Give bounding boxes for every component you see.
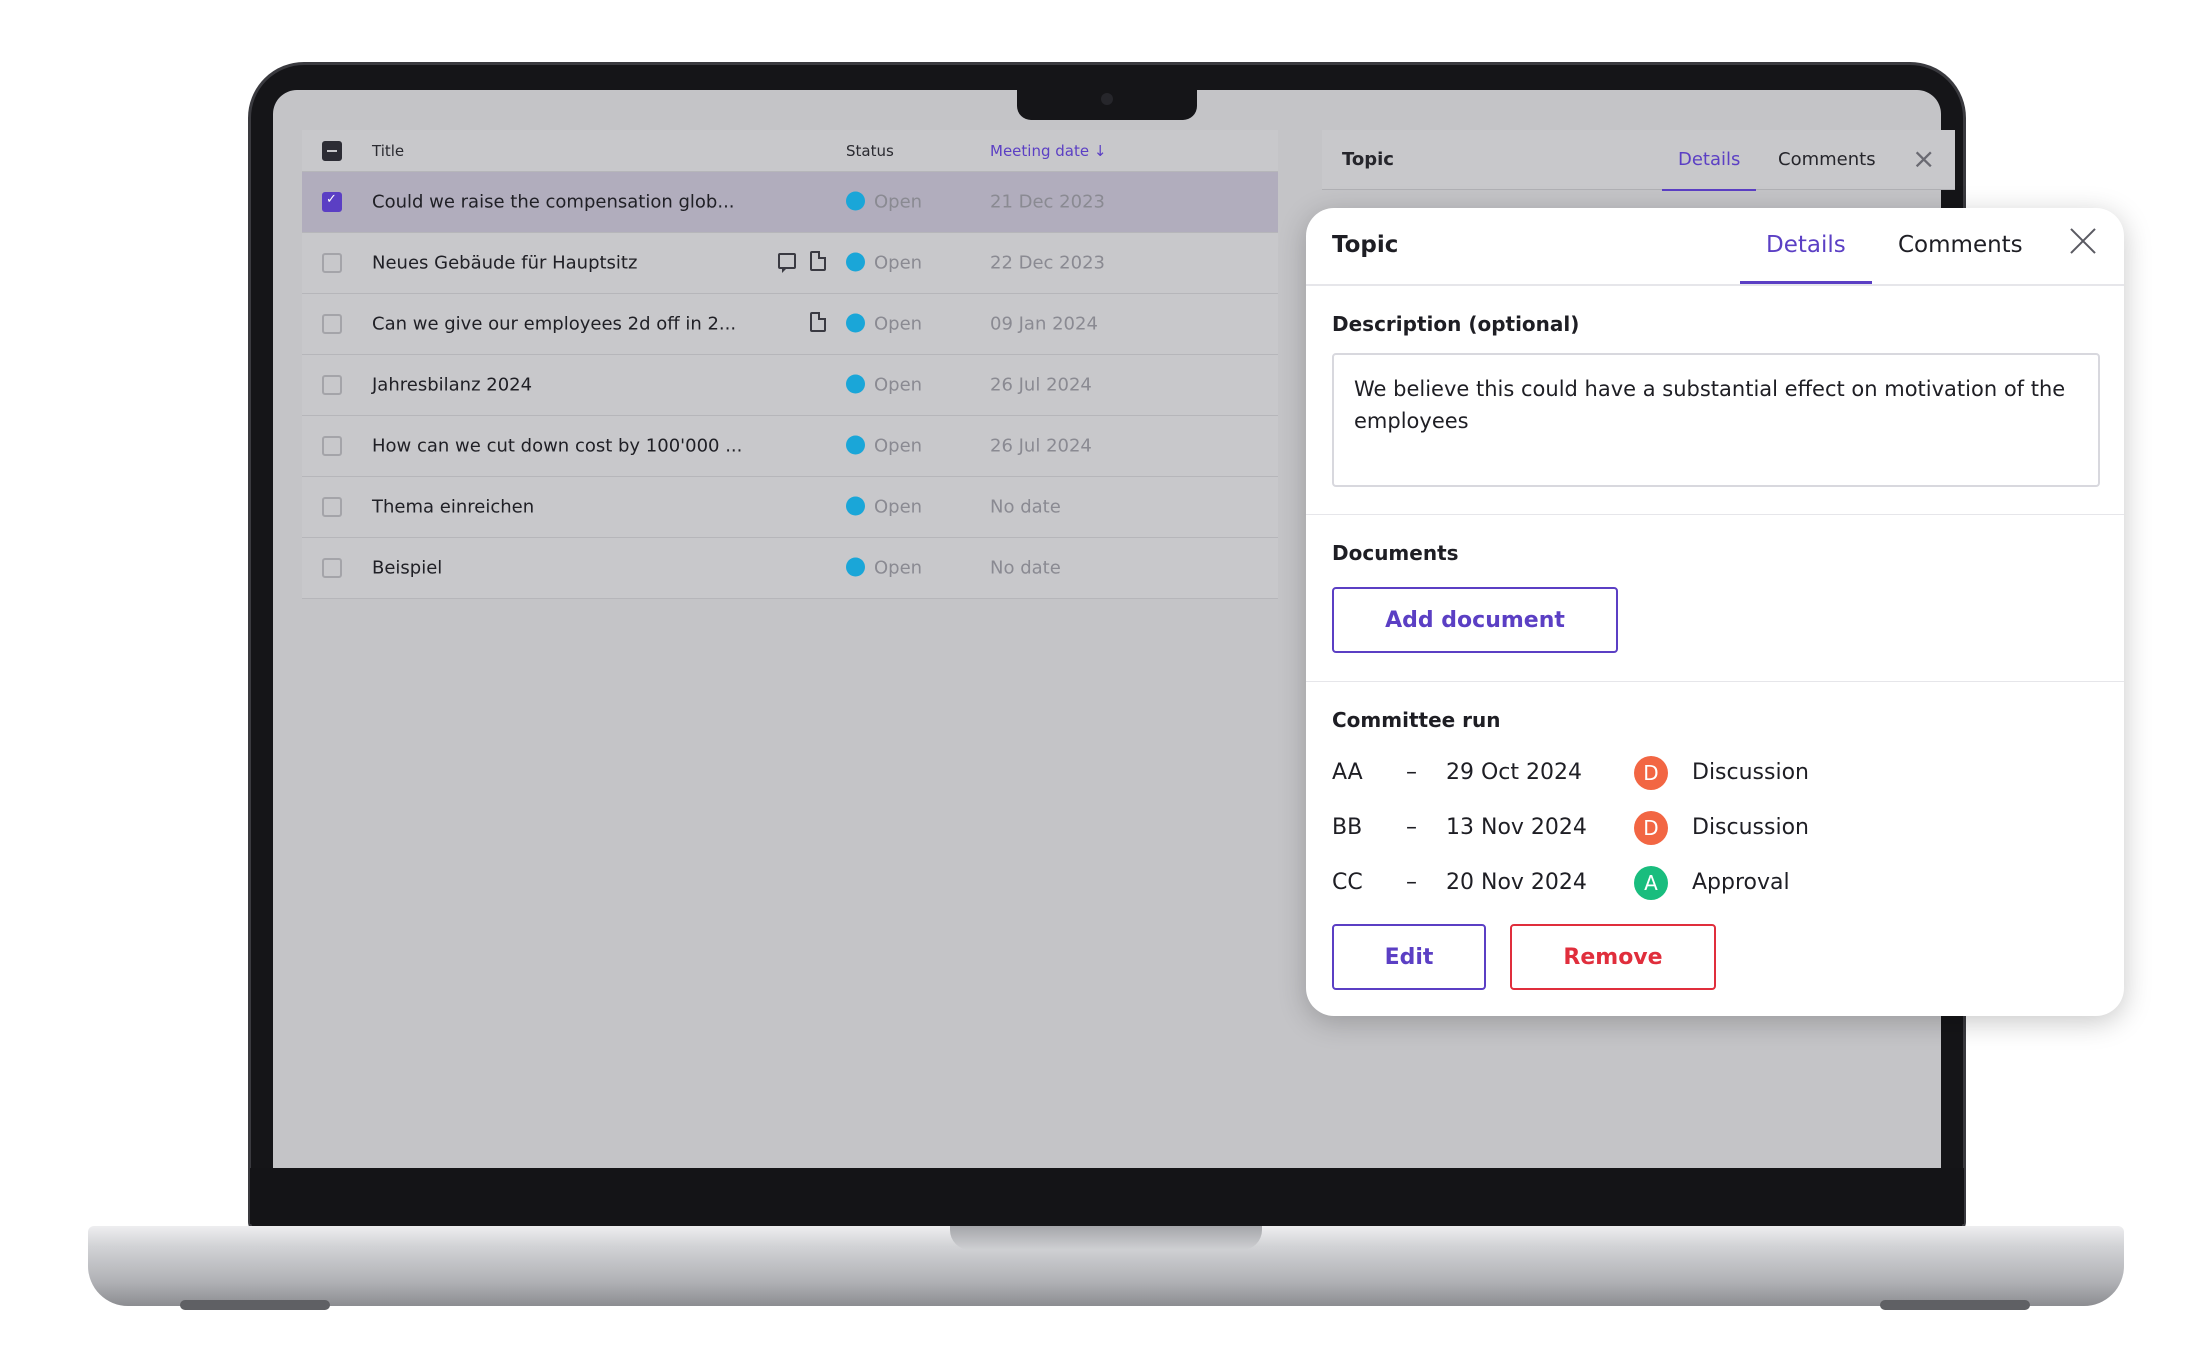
separator-dash: – [1406,870,1417,895]
divider [1306,681,2124,682]
background-detail-panel: Topic Details Comments × [1322,130,1955,191]
row-checkbox[interactable] [322,253,342,273]
row-checkbox[interactable] [322,436,342,456]
table-row[interactable]: ✓ Could we raise the compensation glob..… [302,172,1278,233]
row-status: Open [846,313,922,335]
committee-row: CC – 20 Nov 2024 A Approval [1332,866,2032,902]
comment-icon[interactable] [778,253,796,273]
discussion-badge-icon: D [1634,811,1668,845]
panel-tab-comments[interactable]: Comments [1778,149,1876,170]
discussion-badge-icon: D [1634,756,1668,790]
committee-row: BB – 13 Nov 2024 D Discussion [1332,811,2032,847]
topics-table: Title Status Meeting date ↓ ✓ Could we r… [302,130,1278,599]
row-title[interactable]: Could we raise the compensation glob... [372,192,735,213]
checkmark-icon: ✓ [326,192,337,207]
table-row[interactable]: How can we cut down cost by 100'000 ... … [302,416,1278,477]
row-checkbox[interactable] [322,497,342,517]
tab-comments[interactable]: Comments [1898,232,2023,258]
card-header: Topic Details Comments [1306,208,2124,286]
close-icon[interactable]: × [1912,142,1935,175]
description-input[interactable]: We believe this could have a substantial… [1332,353,2100,487]
row-date: 22 Dec 2023 [990,252,1105,274]
separator-dash: – [1406,760,1417,785]
row-status: Open [846,496,922,518]
row-title[interactable]: Can we give our employees 2d off in 2... [372,314,736,335]
status-dot-icon [846,374,865,394]
column-header-status[interactable]: Status [846,142,894,160]
separator-dash: – [1406,815,1417,840]
panel-tab-details[interactable]: Details [1661,149,1757,191]
status-dot-icon [846,496,865,516]
document-icon[interactable] [810,251,826,271]
panel-title: Topic [1342,149,1394,170]
row-date: 26 Jul 2024 [990,374,1092,396]
remove-button[interactable]: Remove [1510,924,1716,990]
row-status: Open [846,191,922,213]
row-title[interactable]: Jahresbilanz 2024 [372,375,532,396]
row-checkbox[interactable] [322,314,342,334]
committee-code: CC [1332,870,1363,895]
column-header-meeting-date[interactable]: Meeting date ↓ [990,142,1106,160]
row-status: Open [846,435,922,457]
table-row[interactable]: Beispiel Open No date [302,538,1278,599]
approval-badge-icon: A [1634,866,1668,900]
row-title[interactable]: Neues Gebäude für Hauptsitz [372,253,637,274]
row-title[interactable]: Thema einreichen [372,497,534,518]
row-status: Open [846,252,922,274]
tab-details[interactable]: Details [1740,232,1872,284]
row-title[interactable]: How can we cut down cost by 100'000 ... [372,436,742,457]
card-title: Topic [1332,232,1399,258]
laptop-foot [1880,1300,2030,1310]
status-dot-icon [846,435,865,455]
status-dot-icon [846,313,865,333]
laptop-foot [180,1300,330,1310]
column-header-title[interactable]: Title [372,142,404,160]
committee-date: 13 Nov 2024 [1446,815,1587,840]
row-date: 21 Dec 2023 [990,191,1105,213]
row-checkbox[interactable] [322,375,342,395]
committee-date: 29 Oct 2024 [1446,760,1583,785]
table-row[interactable]: Can we give our employees 2d off in 2...… [302,294,1278,355]
committee-code: AA [1332,760,1363,785]
table-row[interactable]: Jahresbilanz 2024 Open 26 Jul 2024 [302,355,1278,416]
row-date: No date [990,496,1061,518]
committee-type: Discussion [1692,760,1809,785]
status-dot-icon [846,557,865,577]
close-icon[interactable] [2068,226,2098,256]
row-title[interactable]: Beispiel [372,558,442,579]
laptop-base-notch [950,1226,1262,1250]
select-all-checkbox[interactable] [322,141,342,161]
description-label: Description (optional) [1332,312,1580,336]
committee-type: Approval [1692,870,1790,895]
row-status: Open [846,374,922,396]
row-date: 26 Jul 2024 [990,435,1092,457]
row-date: No date [990,557,1061,579]
table-row[interactable]: Thema einreichen Open No date [302,477,1278,538]
committee-type: Discussion [1692,815,1809,840]
row-checkbox[interactable] [322,558,342,578]
laptop-chin [250,1168,1964,1224]
topic-detail-card: Topic Details Comments Description (opti… [1306,208,2124,1016]
row-checkbox[interactable]: ✓ [322,192,342,212]
divider [1306,514,2124,515]
row-date: 09 Jan 2024 [990,313,1098,335]
edit-button[interactable]: Edit [1332,924,1486,990]
committee-run-label: Committee run [1332,708,1501,732]
committee-row: AA – 29 Oct 2024 D Discussion [1332,756,2032,792]
status-dot-icon [846,191,865,211]
document-icon[interactable] [810,312,826,332]
committee-code: BB [1332,815,1363,840]
status-dot-icon [846,252,865,272]
add-document-button[interactable]: Add document [1332,587,1618,653]
table-row[interactable]: Neues Gebäude für Hauptsitz Open 22 Dec … [302,233,1278,294]
documents-label: Documents [1332,541,1459,565]
table-header: Title Status Meeting date ↓ [302,130,1278,172]
camera-icon [1101,93,1113,105]
row-status: Open [846,557,922,579]
committee-date: 20 Nov 2024 [1446,870,1587,895]
